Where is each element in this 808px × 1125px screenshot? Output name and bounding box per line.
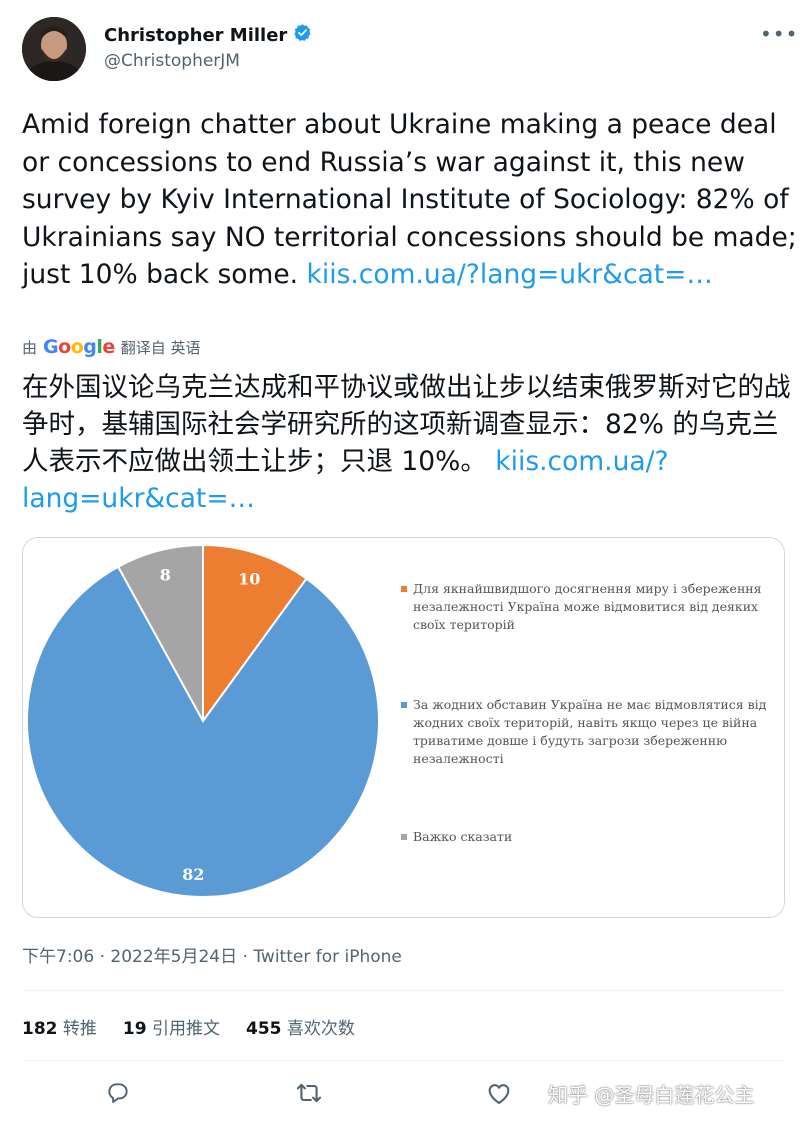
chart-legend: Для якнайшвидшого досягнення миру і збер… xyxy=(401,580,779,846)
pie-data-label: 8 xyxy=(160,565,171,584)
likes-count: 455 xyxy=(245,1019,282,1039)
legend-text: Для якнайшвидшого досягнення миру і збер… xyxy=(413,581,762,632)
watermark: 知乎 @圣母白莲花公主 xyxy=(548,1083,755,1107)
tweet-date[interactable]: 2022年5月24日 xyxy=(110,947,237,967)
legend-swatch xyxy=(401,586,407,592)
more-icon[interactable]: ••• xyxy=(760,22,798,46)
retweet-button[interactable] xyxy=(292,1076,326,1110)
divider xyxy=(22,1060,786,1061)
avatar-image xyxy=(22,17,86,81)
reply-icon xyxy=(108,1083,128,1103)
author-name-row[interactable]: Christopher Miller xyxy=(104,23,312,47)
tweet-text: Amid foreign chatter about Ukraine makin… xyxy=(22,106,797,294)
quotes-count: 19 xyxy=(122,1019,147,1039)
legend-item: Для якнайшвидшого досягнення миру і збер… xyxy=(401,580,779,634)
pie-chart: 10 82 8 xyxy=(26,543,380,898)
verified-badge-icon xyxy=(293,23,312,47)
translated-text-body: 在外国议论乌克兰达成和平协议或做出让步以结束俄罗斯对它的战争时，基辅国际社会学研… xyxy=(22,372,791,477)
quotes-label: 引用推文 xyxy=(151,1019,220,1039)
meta-separator: · xyxy=(94,947,111,967)
divider xyxy=(22,990,786,991)
legend-item: За жодних обставин Україна не має відмов… xyxy=(401,696,779,768)
meta-separator: · xyxy=(237,947,254,967)
reply-button[interactable] xyxy=(101,1076,135,1110)
avatar[interactable] xyxy=(22,17,86,81)
pie-data-label: 82 xyxy=(182,865,204,884)
translated-text: 在外国议论乌克兰达成和平协议或做出让步以结束俄罗斯对它的战争时，基辅国际社会学研… xyxy=(22,369,797,517)
quotes-stat[interactable]: 19 引用推文 xyxy=(123,1014,220,1039)
retweet-icon xyxy=(296,1083,322,1103)
author-handle[interactable]: @ChristopherJM xyxy=(104,51,240,71)
translation-by-label: 由 xyxy=(22,338,38,357)
author-name[interactable]: Christopher Miller xyxy=(104,25,287,46)
legend-text: За жодних обставин Україна не має відмов… xyxy=(413,697,767,766)
google-logo: Google xyxy=(43,336,115,358)
translation-from-label: 翻译自 英语 xyxy=(120,338,201,357)
likes-stat[interactable]: 455 喜欢次数 xyxy=(246,1014,355,1039)
legend-item: Важко сказати xyxy=(401,828,779,846)
translation-attribution[interactable]: 由 Google 翻译自 英语 xyxy=(22,336,201,358)
tweet-meta: 下午7:06 · 2022年5月24日 · Twitter for iPhone xyxy=(22,942,402,967)
like-icon xyxy=(488,1084,510,1104)
retweets-label: 转推 xyxy=(62,1019,97,1039)
pie-data-label: 10 xyxy=(238,570,260,589)
tweet-link[interactable]: kiis.com.ua/?lang=ukr&cat=… xyxy=(307,259,713,290)
legend-swatch xyxy=(401,702,407,708)
like-button[interactable] xyxy=(482,1076,516,1110)
legend-text: Важко сказати xyxy=(413,829,513,844)
tweet-source[interactable]: Twitter for iPhone xyxy=(253,947,402,967)
retweets-stat[interactable]: 182 转推 xyxy=(22,1014,97,1039)
retweets-count: 182 xyxy=(22,1019,58,1039)
tweet-stats: 182 转推 19 引用推文 455 喜欢次数 xyxy=(22,1014,355,1039)
legend-swatch xyxy=(401,834,407,840)
likes-label: 喜欢次数 xyxy=(286,1019,355,1039)
media-card[interactable]: 10 82 8 Для якнайшвидшого досягнення миру … xyxy=(22,537,785,918)
tweet-time[interactable]: 下午7:06 xyxy=(22,947,94,967)
